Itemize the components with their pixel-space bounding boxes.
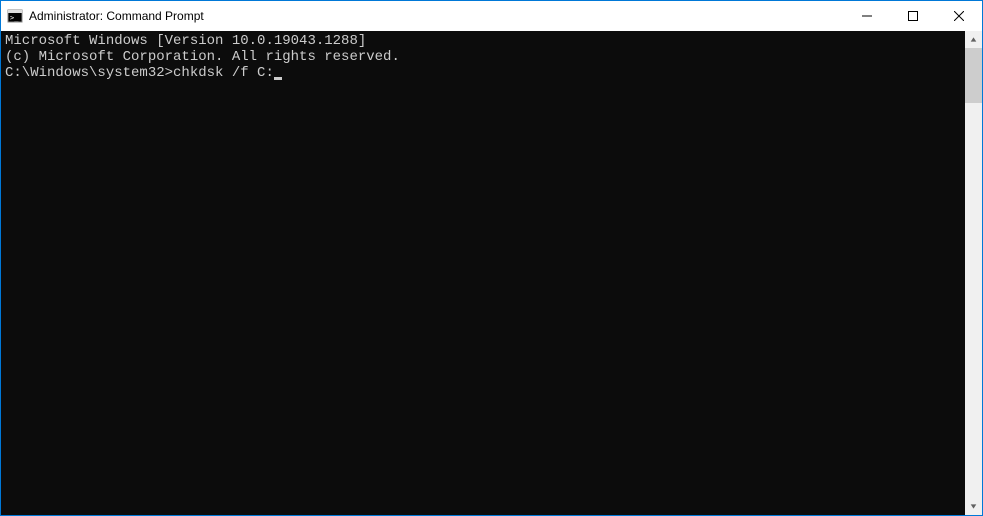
- cursor-icon: [274, 77, 282, 80]
- scroll-track[interactable]: [965, 48, 982, 498]
- output-line: (c) Microsoft Corporation. All rights re…: [5, 49, 965, 65]
- minimize-button[interactable]: [844, 1, 890, 31]
- command-prompt-window: >_ Administrator: Command Prompt Microso…: [0, 0, 983, 516]
- command-text: chkdsk /f C:: [173, 65, 274, 81]
- maximize-button[interactable]: [890, 1, 936, 31]
- prompt-line: C:\Windows\system32>chkdsk /f C:: [5, 65, 965, 81]
- scroll-up-button[interactable]: [965, 31, 982, 48]
- svg-text:>_: >_: [10, 14, 19, 22]
- scroll-thumb[interactable]: [965, 48, 982, 103]
- window-title: Administrator: Command Prompt: [29, 9, 844, 23]
- window-controls: [844, 1, 982, 31]
- vertical-scrollbar[interactable]: [965, 31, 982, 515]
- titlebar[interactable]: >_ Administrator: Command Prompt: [1, 1, 982, 31]
- close-button[interactable]: [936, 1, 982, 31]
- terminal-output[interactable]: Microsoft Windows [Version 10.0.19043.12…: [1, 31, 965, 515]
- scroll-down-button[interactable]: [965, 498, 982, 515]
- output-line: Microsoft Windows [Version 10.0.19043.12…: [5, 33, 965, 49]
- prompt-text: C:\Windows\system32>: [5, 65, 173, 81]
- client-area: Microsoft Windows [Version 10.0.19043.12…: [1, 31, 982, 515]
- cmd-icon: >_: [7, 8, 23, 24]
